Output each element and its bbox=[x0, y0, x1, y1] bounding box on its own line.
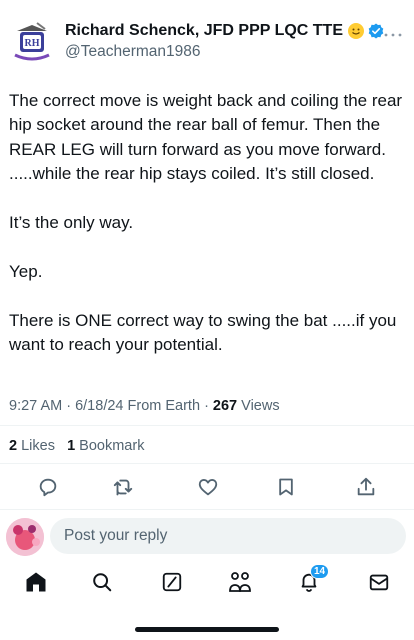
bookmarks-count: 1 bbox=[67, 438, 76, 454]
tweet-source: From Earth bbox=[127, 398, 201, 414]
views-label: Views bbox=[241, 398, 280, 414]
author-display-name[interactable]: Richard Schenck, JFD PPP LQC TTE bbox=[65, 22, 343, 40]
views-count: 267 bbox=[212, 398, 238, 414]
more-options-icon[interactable] bbox=[384, 22, 402, 43]
search-icon[interactable] bbox=[88, 568, 116, 596]
smiley-emoji-icon bbox=[348, 23, 364, 39]
svg-text:RH: RH bbox=[25, 38, 40, 49]
tweet-text: The correct move is weight back and coil… bbox=[9, 89, 405, 382]
tweet-header: RH Richard Schenck, JFD PPP LQC TTE @Tea… bbox=[0, 0, 414, 80]
current-user-avatar[interactable] bbox=[6, 518, 44, 556]
tweet-time[interactable]: 9:27 AM bbox=[9, 398, 62, 414]
notifications-icon[interactable]: 14 bbox=[295, 564, 330, 596]
author-handle[interactable]: @Teacherman1986 bbox=[65, 43, 201, 61]
bookmarks-label: Bookmark bbox=[79, 438, 145, 454]
author-avatar[interactable]: RH bbox=[7, 15, 57, 65]
share-icon[interactable] bbox=[352, 473, 380, 501]
divider bbox=[0, 425, 414, 426]
grok-icon[interactable] bbox=[158, 568, 186, 596]
reply-composer: Post your reply bbox=[0, 512, 414, 560]
divider bbox=[0, 509, 414, 510]
bottom-nav: 14 bbox=[0, 564, 414, 602]
tweet-actions bbox=[0, 473, 414, 501]
reply-input[interactable]: Post your reply bbox=[50, 518, 406, 554]
like-icon[interactable] bbox=[194, 473, 222, 501]
meta-separator: · bbox=[204, 398, 213, 414]
author-name-row[interactable]: Richard Schenck, JFD PPP LQC TTE bbox=[65, 20, 384, 42]
likes-label: Likes bbox=[21, 438, 55, 454]
home-icon[interactable] bbox=[22, 568, 50, 596]
bookmark-icon[interactable] bbox=[272, 473, 300, 501]
tweet-paragraph: It’s the only way. bbox=[9, 213, 134, 233]
tweet-paragraph: The correct move is weight back and coil… bbox=[9, 91, 403, 184]
verified-badge-icon[interactable] bbox=[368, 23, 384, 39]
tweet-stats: 2 Likes 1 Bookmark bbox=[9, 438, 144, 454]
tweet-meta: 9:27 AM · 6/18/24 From Earth · 267 Views bbox=[9, 398, 280, 414]
home-indicator[interactable] bbox=[135, 627, 279, 632]
meta-separator: · bbox=[66, 398, 76, 414]
tweet-date[interactable]: 6/18/24 bbox=[75, 398, 123, 414]
tweet-paragraph: Yep. bbox=[9, 261, 43, 281]
likes-stat[interactable]: 2 Likes bbox=[9, 438, 55, 454]
notification-badge: 14 bbox=[310, 564, 330, 579]
reply-icon[interactable] bbox=[34, 473, 62, 501]
tweet-paragraph: There is ONE correct way to swing the ba… bbox=[9, 310, 397, 355]
messages-icon[interactable] bbox=[365, 568, 393, 596]
communities-icon[interactable] bbox=[226, 568, 254, 596]
likes-count: 2 bbox=[9, 438, 18, 454]
profile-logo-icon: RH bbox=[8, 16, 56, 64]
divider bbox=[0, 463, 414, 464]
repost-icon[interactable] bbox=[109, 473, 137, 501]
bookmarks-stat[interactable]: 1 Bookmark bbox=[67, 438, 144, 454]
